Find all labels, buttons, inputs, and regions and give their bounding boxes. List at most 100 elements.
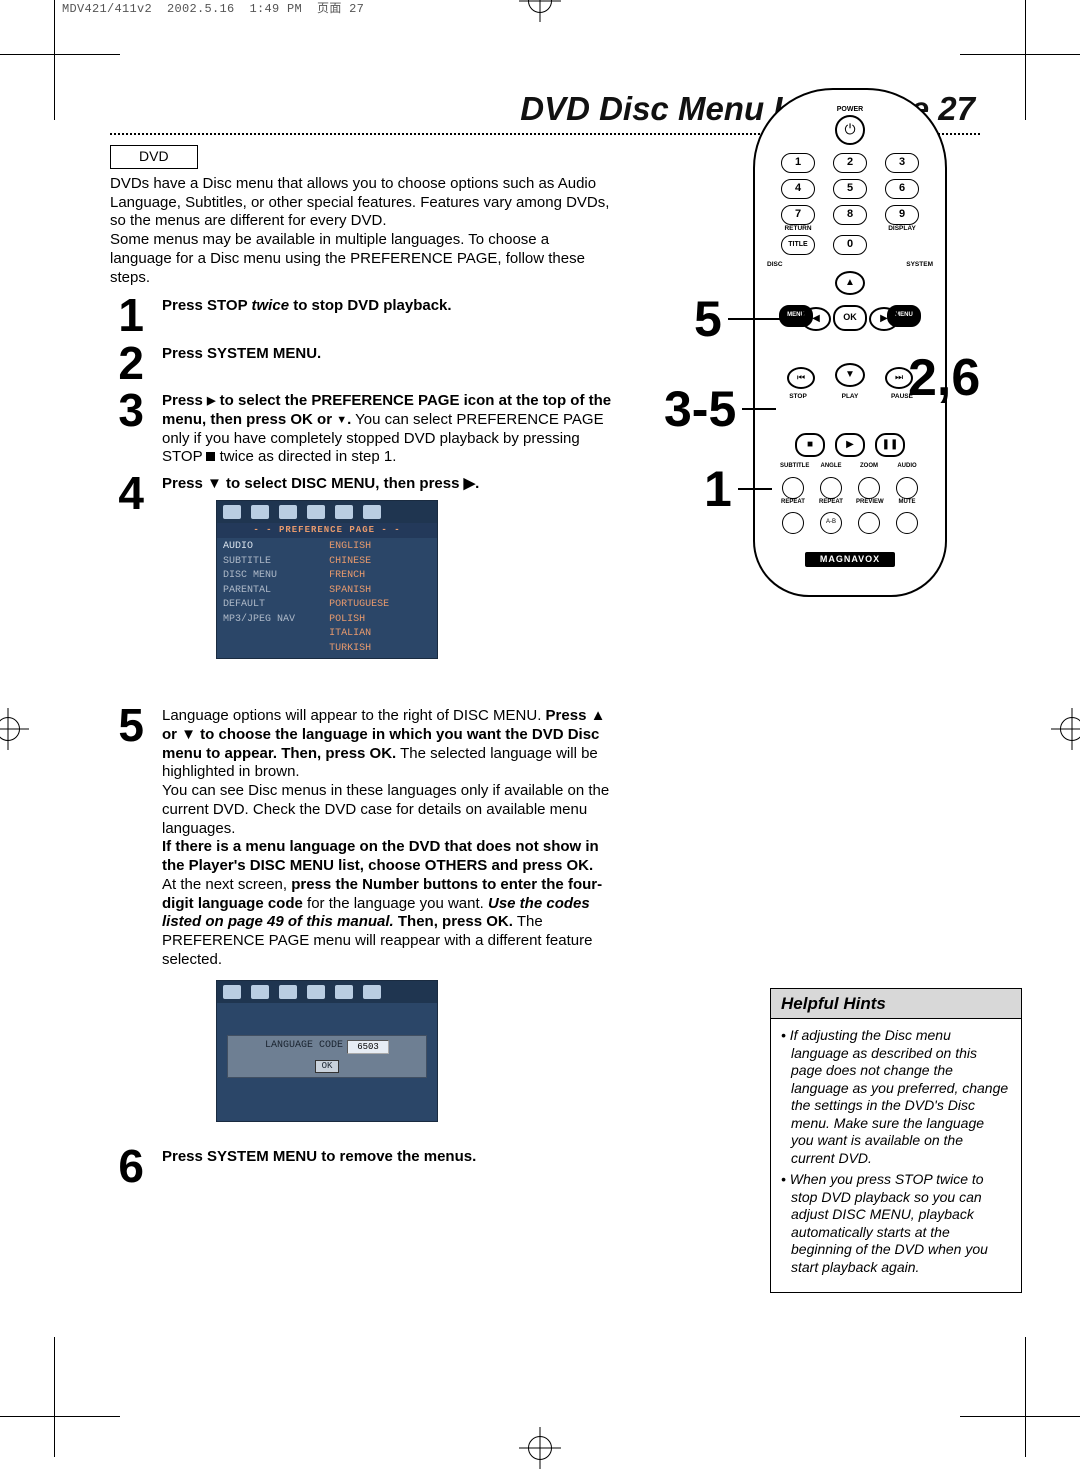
callout-5: 5 xyxy=(694,288,782,351)
pref-lang: POLISH xyxy=(329,613,431,628)
pref-iconbar xyxy=(217,981,437,1003)
crop-mark xyxy=(54,0,55,120)
step-4-text: Press ▼ to select DISC MENU, then press … xyxy=(162,475,479,492)
pref-lang: ITALIAN xyxy=(329,627,431,642)
zoom-label: ZOOM xyxy=(856,463,882,471)
ab-button: A-B xyxy=(820,512,842,534)
small-button xyxy=(782,477,804,499)
crop-mark xyxy=(960,1416,1080,1417)
helpful-hints-header: Helpful Hints xyxy=(771,989,1021,1019)
step-number: 6 xyxy=(110,1146,144,1187)
down-arrow-icon: ▼ xyxy=(835,363,865,387)
right-arrow-icon: ▶ xyxy=(869,307,899,331)
pref-top-icon xyxy=(335,505,353,519)
pref-right-column: ENGLISH CHINESE FRENCH SPANISH PORTUGUES… xyxy=(323,538,437,658)
s5-e: If there is a menu language on the DVD t… xyxy=(162,838,599,874)
s5-f: At the next screen, xyxy=(162,876,291,893)
registration-mark xyxy=(0,717,20,741)
pref-item: DEFAULT xyxy=(223,598,317,613)
remote-number: 3 xyxy=(885,153,919,173)
prev-track-icon: ⏮ xyxy=(787,367,815,389)
hint-2: When you press STOP twice to stop DVD pl… xyxy=(790,1171,988,1275)
crop-mark xyxy=(0,54,120,55)
remote-number: 6 xyxy=(885,179,919,199)
left-arrow-icon: ◀ xyxy=(801,307,831,331)
s5-h: for the language you want. xyxy=(307,895,488,912)
brand-logo: MAGNAVOX xyxy=(805,552,895,567)
remote-number: 4 xyxy=(781,179,815,199)
pref-top-icon xyxy=(251,505,269,519)
up-arrow-icon: ▲ xyxy=(835,271,865,295)
registration-mark xyxy=(528,1436,552,1460)
pref-lang: ENGLISH xyxy=(329,540,431,555)
pref-lang: CHINESE xyxy=(329,555,431,570)
remote-number: 8 xyxy=(833,205,867,225)
step-number: 5 xyxy=(110,705,144,1122)
remote-number: 2 xyxy=(833,153,867,173)
step-3-text-a: Press xyxy=(162,392,207,409)
callout-text: 1 xyxy=(704,458,732,521)
pref-top-icon xyxy=(251,985,269,999)
remote-number: 7 xyxy=(781,205,815,225)
pref-item: DISC MENU xyxy=(223,569,317,584)
small-button xyxy=(858,477,880,499)
small-button xyxy=(820,477,842,499)
pause-icon: ❚❚ xyxy=(875,433,905,457)
pref-lang: FRENCH xyxy=(329,569,431,584)
display-label: DISPLAY xyxy=(885,225,919,233)
step-5: 5 Language options will appear to the ri… xyxy=(110,705,610,1122)
right-triangle-icon: ▶ xyxy=(207,395,215,409)
small-button xyxy=(896,477,918,499)
small-button xyxy=(858,512,880,534)
pref-top-icon xyxy=(279,505,297,519)
remote-number-zero: 0 xyxy=(833,235,867,255)
preference-page-screenshot: - - PREFERENCE PAGE - - AUDIO SUBTITLE D… xyxy=(216,500,438,659)
step-number: 3 xyxy=(110,390,144,467)
remote-number: 1 xyxy=(781,153,815,173)
crop-mark xyxy=(960,54,1080,55)
ok-button: OK xyxy=(833,305,867,331)
step-1: 1 Press STOP twice to stop DVD playback. xyxy=(110,295,615,336)
pref-item: MP3/JPEG NAV xyxy=(223,613,317,628)
step-1-text-c: to stop DVD playback. xyxy=(289,297,452,314)
return-label: RETURN xyxy=(781,225,815,233)
callout-text: 2,6 xyxy=(908,346,980,411)
step-3: 3 Press ▶ to select the PREFERENCE PAGE … xyxy=(110,390,615,467)
s5-d: You can see Disc menus in these language… xyxy=(162,782,609,837)
intro-p1: DVDs have a Disc menu that allows you to… xyxy=(110,175,609,230)
step-3-text-d: twice as directed in step 1. xyxy=(215,448,396,465)
pref-top-icon xyxy=(307,985,325,999)
small-button xyxy=(782,512,804,534)
dvd-label-box: DVD xyxy=(110,145,198,169)
step-1-text-a: Press STOP xyxy=(162,297,252,314)
pref-top-icon xyxy=(363,985,381,999)
callout-2-6: 2,6 xyxy=(908,346,980,411)
down-triangle-icon: ▼ xyxy=(336,414,347,428)
step-number: 2 xyxy=(110,343,144,384)
callout-3-5: 3-5 xyxy=(664,378,776,441)
step-number: 4 xyxy=(110,473,144,659)
remote-number: 9 xyxy=(885,205,919,225)
language-code-screenshot: LANGUAGE CODE OK xyxy=(216,980,438,1122)
pref-top-icon xyxy=(223,985,241,999)
power-icon: ⏻ xyxy=(835,115,865,145)
pref-lang: TURKISH xyxy=(329,642,431,657)
helpful-hints-box: Helpful Hints • If adjusting the Disc me… xyxy=(770,988,1022,1293)
disc-label: DISC xyxy=(767,261,783,269)
stop-icon: ■ xyxy=(795,433,825,457)
crop-mark xyxy=(0,1416,120,1417)
print-slug: MDV421/411v2 2002.5.16 1:49 PM 页面 27 xyxy=(62,2,364,17)
step-6: 6 Press SYSTEM MENU to remove the menus. xyxy=(110,1146,615,1187)
callout-1: 1 xyxy=(704,458,772,521)
s5-j: Then, press OK. xyxy=(398,913,513,930)
registration-mark xyxy=(528,0,552,13)
step-4: 4 Press ▼ to select DISC MENU, then pres… xyxy=(110,473,610,659)
language-code-label: LANGUAGE CODE xyxy=(265,1040,343,1053)
repeat-ab-label: REPEAT xyxy=(818,499,844,507)
pref-top-icon xyxy=(363,505,381,519)
language-code-ok: OK xyxy=(315,1060,340,1073)
title-button: TITLE xyxy=(781,235,815,255)
pref-lang: PORTUGUESE xyxy=(329,598,431,613)
stop-label: STOP xyxy=(781,393,815,401)
callout-text: 3-5 xyxy=(664,378,736,441)
